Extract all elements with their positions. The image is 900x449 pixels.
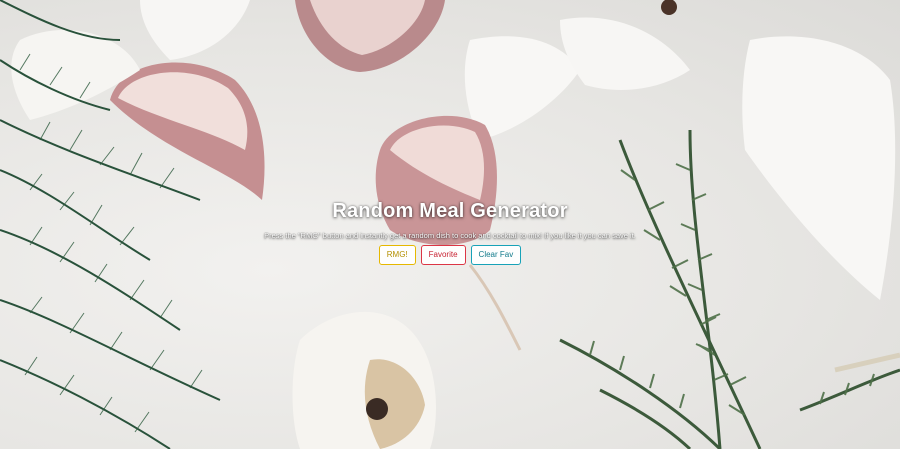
hero-section: Random Meal Generator Press the "RMG" bu… (0, 200, 900, 265)
button-group: RMG! Favorite Clear Fav (0, 245, 900, 265)
favorite-button[interactable]: Favorite (420, 245, 466, 265)
rmg-button[interactable]: RMG! (378, 245, 416, 265)
page-subtitle: Press the "RMG" button and instantly get… (264, 231, 636, 240)
clear-fav-button[interactable]: Clear Fav (470, 245, 522, 265)
page-title: Random Meal Generator (332, 200, 568, 222)
